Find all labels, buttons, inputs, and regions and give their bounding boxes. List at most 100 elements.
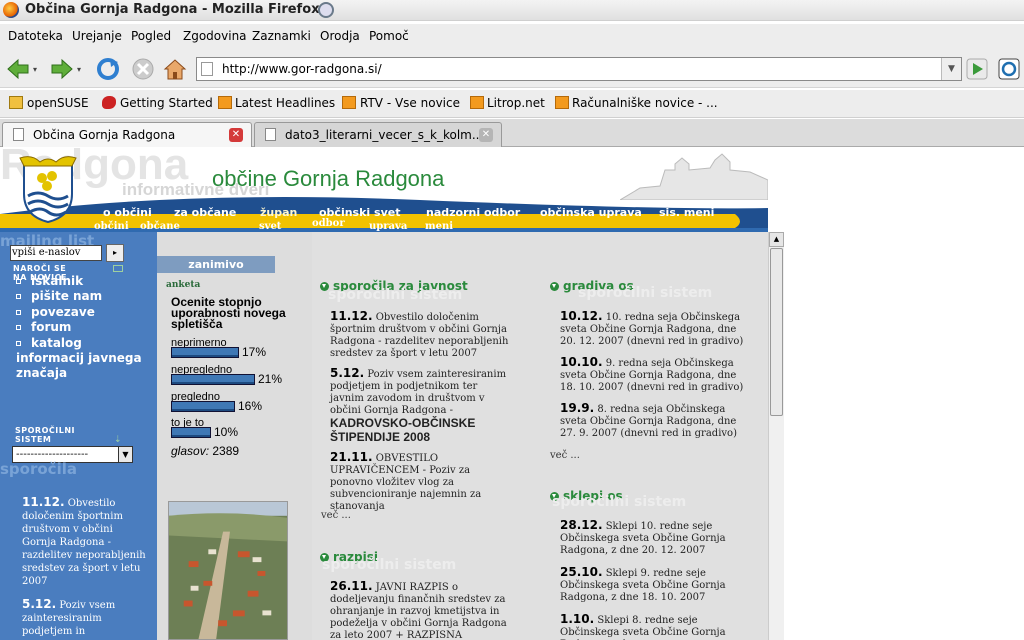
poll-bar [171,374,255,385]
nav-o-obcini[interactable]: o občini [103,206,152,219]
left-news-item[interactable]: 5.12. Poziv vsem zainteresiranim podjetj… [22,598,150,638]
poll-percent: 17% [242,345,267,359]
close-tab-icon[interactable]: ✕ [479,128,493,142]
email-input[interactable]: vpiši e-naslov [10,245,102,261]
back-arrow-icon[interactable] [6,58,30,80]
menu-orodja[interactable]: Orodja [320,29,360,43]
news-item[interactable]: 19.9. 8. redna seja Občinskega sveta Obč… [560,402,752,440]
news-item[interactable]: 1.10. Sklepi 8. redne seje Občinskega sv… [560,613,752,640]
nav-sub-obcini: občini [94,221,129,232]
url-history-dropdown[interactable]: ▼ [941,58,961,80]
address-bar[interactable]: http://www.gor-radgona.si/ ▼ [196,57,962,81]
scroll-up-icon[interactable]: ▲ [769,232,784,247]
link-iskalnik[interactable]: iskalnik [16,274,83,288]
coat-of-arms-icon [19,156,77,224]
rss-feed-icon [470,96,484,109]
download-arrow-icon: ⇣ [114,435,122,445]
forward-dropdown-icon[interactable]: ▾ [77,65,81,74]
news-item[interactable]: 25.10. Sklepi 9. redne seje Občinskega s… [560,566,752,604]
forward-arrow-icon[interactable] [50,58,74,80]
tab-dato3[interactable]: dato3_literarni_vecer_s_k_kolm... ✕ [254,122,502,147]
link-forum[interactable]: forum [16,320,71,334]
home-icon[interactable] [163,58,187,80]
menu-pogled[interactable]: Pogled [131,29,171,43]
poll-bar [171,347,239,358]
url-text[interactable]: http://www.gor-radgona.si/ [222,62,382,76]
section-ghost-text: sporočilni sistem [578,285,713,301]
more-link[interactable]: več ... [550,450,580,461]
reload-icon[interactable] [96,58,120,80]
news-item[interactable]: 10.10. 9. redna seja Občinskega sveta Ob… [560,356,752,394]
page-favicon-icon [201,62,213,76]
link-katalog[interactable]: katalog informacij javnega značaja [16,336,151,381]
title-bar: Občina Gornja Radgona - Mozilla Firefox [0,0,1024,21]
bookmark-latest-headlines[interactable]: Latest Headlines [235,96,335,110]
section-ghost-text: sporočilni sistem [322,557,457,573]
tab-label: Občina Gornja Radgona [33,128,176,142]
sporocila-ghost-text: sporočila [0,460,77,478]
chevron-down-icon [550,282,559,291]
page-content: Radgona informativne dveri občine Gornja… [0,148,1024,640]
tab-strip: Občina Gornja Radgona ✕ dato3_literarni_… [0,119,1024,147]
section-ghost-text: sporočilni sistem [552,494,687,510]
bookmark-litrop[interactable]: Litrop.net [487,96,545,110]
more-link[interactable]: več ... [321,510,351,521]
zanimivo-tab[interactable]: zanimivo [157,256,275,273]
back-dropdown-icon[interactable]: ▾ [33,65,37,74]
tab-label: dato3_literarni_vecer_s_k_kolm... [285,128,484,142]
email-submit-button[interactable]: ▸ [106,244,124,262]
nav-sub-obcane: občane [140,221,180,232]
aerial-town-photo [168,501,288,640]
bookmark-rtv[interactable]: RTV - Vse novice [360,96,460,110]
page-scrollbar[interactable]: ▲ [768,232,784,640]
window-title: Občina Gornja Radgona - Mozilla Firefox [25,2,320,17]
section-ghost-text: sporočilni sistem [328,287,463,303]
news-item[interactable]: 5.12. Poziv vsem zainteresiranim podjetj… [330,367,512,445]
nav-sub-svet: svet [259,221,282,232]
poll-question: Ocenite stopnjo uporabnosti novega splet… [171,295,286,331]
bookmark-racunalniske-novice[interactable]: Računalniške novice - ... [572,96,718,110]
menu-zgodovina[interactable]: Zgodovina [183,29,247,43]
menu-zaznamki[interactable]: Zaznamki [252,29,311,43]
poll-percent: 21% [258,372,283,386]
bookmark-getting-started[interactable]: Getting Started [120,96,213,110]
firefox-window: Občina Gornja Radgona - Mozilla Firefox … [0,0,1024,640]
menu-bar: Datoteka Urejanje Pogled Zgodovina Zazna… [0,24,1024,50]
getting-started-icon [102,96,116,109]
nav-sub-odbor: odbor [312,218,345,229]
menu-urejanje[interactable]: Urejanje [72,29,122,43]
nav-obcinska-uprava[interactable]: občinska uprava [540,206,642,219]
bookmark-opensuse[interactable]: openSUSE [27,96,89,110]
poll-percent: 16% [238,399,263,413]
chevron-down-icon[interactable]: ▼ [118,447,132,462]
nav-zupan[interactable]: župan [260,206,297,219]
link-povezave[interactable]: povezave [16,305,95,319]
menu-pomoc[interactable]: Pomoč [369,29,409,43]
nav-nadzorni-odbor[interactable]: nadzorni odbor [426,206,520,219]
rss-feed-icon [555,96,569,109]
nav-sis-meni[interactable]: sis. meni [659,206,714,219]
poll-bar [171,401,235,412]
news-item[interactable]: 21.11. OBVESTILO UPRAVIČENCEM - Poziv za… [330,451,512,513]
scrollbar-thumb[interactable] [770,248,783,416]
envelope-icon [113,265,123,272]
nav-sub-uprava: uprava [369,221,408,232]
nav-za-obcane[interactable]: za občane [174,206,236,219]
close-tab-icon[interactable]: ✕ [229,128,243,142]
tab-obcina[interactable]: Občina Gornja Radgona ✕ [2,122,252,147]
menu-datoteka[interactable]: Datoteka [8,29,63,43]
stop-icon[interactable] [131,58,155,80]
news-item[interactable]: 11.12. Obvestilo določenim športnim druš… [330,310,512,360]
news-item[interactable]: 28.12. Sklepi 10. redne seje Občinskega … [560,519,752,557]
poll-percent: 10% [214,425,239,439]
search-engine-icon[interactable] [998,58,1020,80]
link-pisite-nam[interactable]: pišite nam [16,289,102,303]
news-item[interactable]: 10.12. 10. redna seja Občinskega sveta O… [560,310,752,348]
document-icon [13,128,24,141]
poll-votes: glasov: 2389 [171,444,240,458]
sporocilni-sistem-label: SPOROČILNI SISTEM [15,426,76,444]
left-news-item[interactable]: 11.12. Obvestilo določenim športnim druš… [22,496,150,588]
go-icon[interactable] [966,58,988,80]
poll-bar [171,427,211,438]
news-item[interactable]: 26.11. JAVNI RAZPIS o dodeljevanju finan… [330,580,516,640]
